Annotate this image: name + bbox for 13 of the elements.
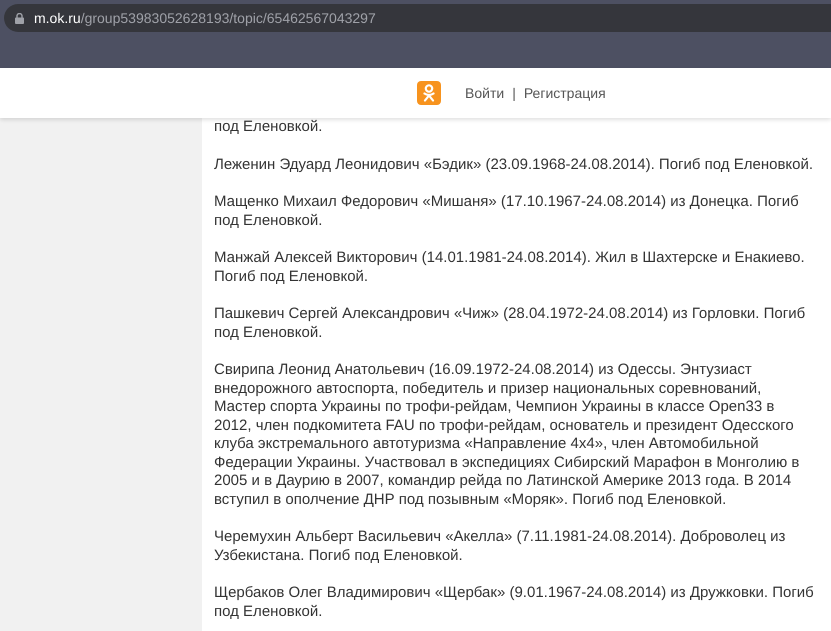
separator: | [512, 85, 516, 101]
paragraph: Леженин Эдуард Леонидович «Бэдик» (23.09.1968-24.08.2014). Погиб под Еленовкой. [214, 156, 814, 174]
paragraph: Черемухин Альберт Васильевич «Акелла» (7.11.1981-24.08.2014). Доброволец из Узбекистана. Погиб под Еленовкой. [214, 528, 786, 565]
paragraph: под Еленовкой. [214, 118, 324, 136]
paragraph: Щербаков Олег Владимирович «Щербак» (9.01.1967-24.08.2014) из Дружковки. Погиб под Еленовкой. [214, 584, 814, 621]
register-link[interactable]: Регистрация [524, 85, 606, 101]
paragraph: Свирипа Леонид Анатольевич (16.09.1972-24.08.2014) из Одессы. Энтузиаст внедорожного автоспорта, победитель и призер национальных соревнований, Мастер спорта Украины по трофи-рейдам, Чемпион Украины в классе Open33 в 2012, член подкомитета FAU по трофи-рейдам, основатель и президент Одесского клуба экстремального автотуризма «Направление 4x4», член Автомобильной Федерации Украины. Участвовал в экспедициях Сибирский Марафон в Монголию в 2005 и в Даурию в 2007, командир рейда по Латинской Америке 2013 года. В 2014 вступил в ополчение ДНР под позывным «Моряк». Погиб под Еленовкой. [214, 361, 800, 509]
logo-icon[interactable] [417, 81, 441, 105]
paragraph: Манжай Алексей Викторович (14.01.1981-24.08.2014). Жил в Шахтерске и Енакиево. Погиб под Еленовкой. [214, 249, 806, 286]
lock-icon [15, 12, 24, 24]
paragraph: Мащенко Михаил Федорович «Мишаня» (17.10.1967-24.08.2014) из Донецка. Погиб под Еленовкой. [214, 193, 800, 230]
paragraph: Пашкевич Сергей Александрович «Чиж» (28.04.1972-24.08.2014) из Горловки. Погиб под Еленовкой. [214, 305, 806, 342]
login-link[interactable]: Войти [465, 85, 504, 101]
